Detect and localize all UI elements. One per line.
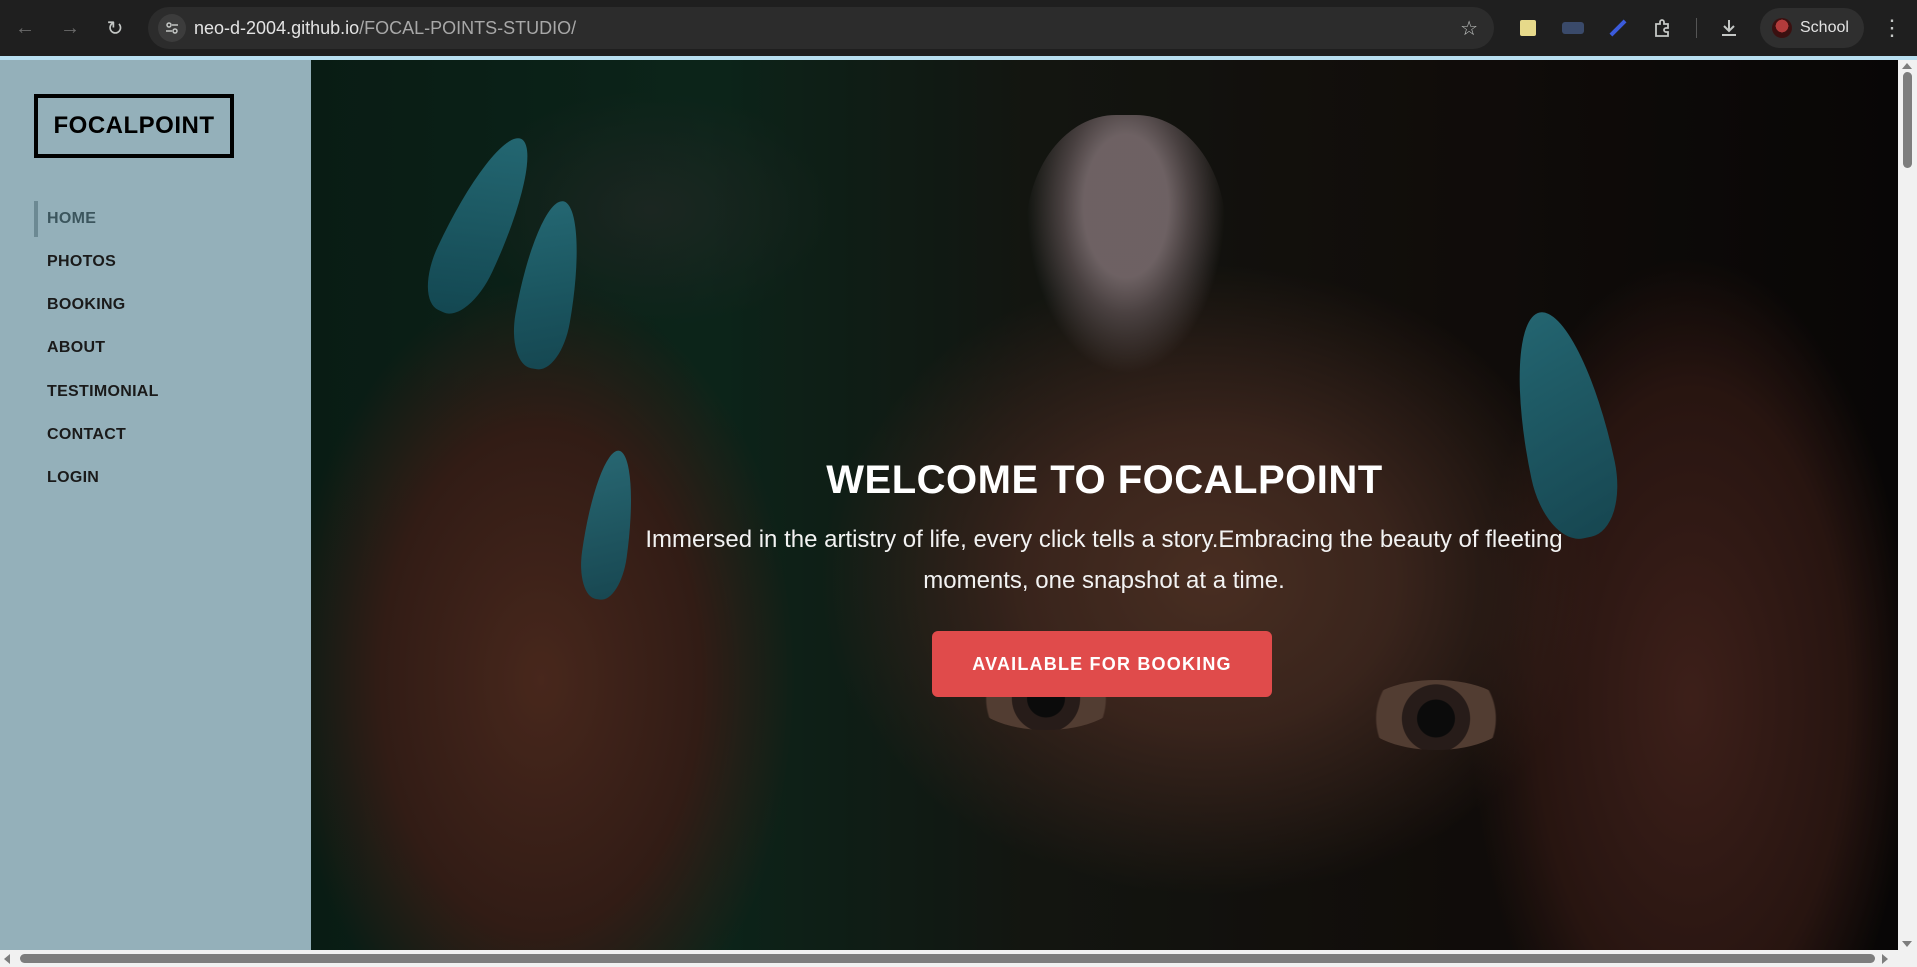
scroll-up-icon[interactable] [1902,63,1912,69]
toolbar-divider [1696,18,1697,38]
horizontal-scrollbar[interactable] [0,950,1917,967]
url-text: neo-d-2004.github.io/FOCAL-POINTS-STUDIO… [194,18,576,39]
nav-item-home[interactable]: HOME [34,201,159,237]
nav-item-contact[interactable]: CONTACT [34,413,159,456]
extension-hat-icon[interactable] [1560,15,1586,41]
booking-button[interactable]: AVAILABLE FOR BOOKING [932,631,1272,697]
url-host: neo-d-2004.github.io [194,18,360,38]
web-page: FOCALPOINT HOME PHOTOS BOOKING ABOUT TES… [0,60,1898,950]
scroll-down-icon[interactable] [1902,941,1912,947]
sidebar-nav: HOME PHOTOS BOOKING ABOUT TESTIMONIAL CO… [34,197,159,500]
vertical-scroll-thumb[interactable] [1903,72,1912,168]
nav-item-login[interactable]: LOGIN [34,456,159,499]
scroll-left-icon[interactable] [4,954,10,964]
hero-overlay [311,60,1898,950]
scroll-right-icon[interactable] [1882,954,1888,964]
site-logo[interactable]: FOCALPOINT [34,94,234,158]
url-path: /FOCAL-POINTS-STUDIO/ [359,18,577,38]
back-icon[interactable]: ← [10,13,40,43]
address-bar[interactable]: neo-d-2004.github.io/FOCAL-POINTS-STUDIO… [148,7,1494,49]
horizontal-scroll-thumb[interactable] [20,954,1875,963]
vertical-scrollbar[interactable] [1898,60,1917,950]
extensions-puzzle-icon[interactable] [1650,15,1676,41]
hero-section: WELCOME TO FOCALPOINT Immersed in the ar… [311,60,1898,950]
nav-item-photos[interactable]: PHOTOS [34,240,159,283]
profile-button[interactable]: School [1760,8,1864,48]
download-icon[interactable] [1716,15,1742,41]
more-menu-icon[interactable]: ⋮ [1880,12,1904,44]
hero-title: WELCOME TO FOCALPOINT [826,458,1383,502]
hero-tagline: Immersed in the artistry of life, every … [645,526,1563,594]
reload-icon[interactable]: ↻ [100,13,130,43]
nav-item-testimonial[interactable]: TESTIMONIAL [34,370,159,413]
site-info-icon[interactable] [158,14,186,42]
star-icon[interactable]: ☆ [1460,16,1478,41]
forward-icon[interactable]: → [55,13,85,43]
browser-toolbar: ← → ↻ neo-d-2004.github.io/FOCAL-POINTS-… [0,0,1917,56]
nav-item-about[interactable]: ABOUT [34,327,159,370]
nav-item-booking[interactable]: BOOKING [34,283,159,326]
extension-note-icon[interactable] [1515,15,1541,41]
avatar [1772,18,1792,38]
sidebar: FOCALPOINT HOME PHOTOS BOOKING ABOUT TES… [0,60,311,950]
profile-label: School [1800,19,1849,36]
extension-pen-icon[interactable] [1605,15,1631,41]
